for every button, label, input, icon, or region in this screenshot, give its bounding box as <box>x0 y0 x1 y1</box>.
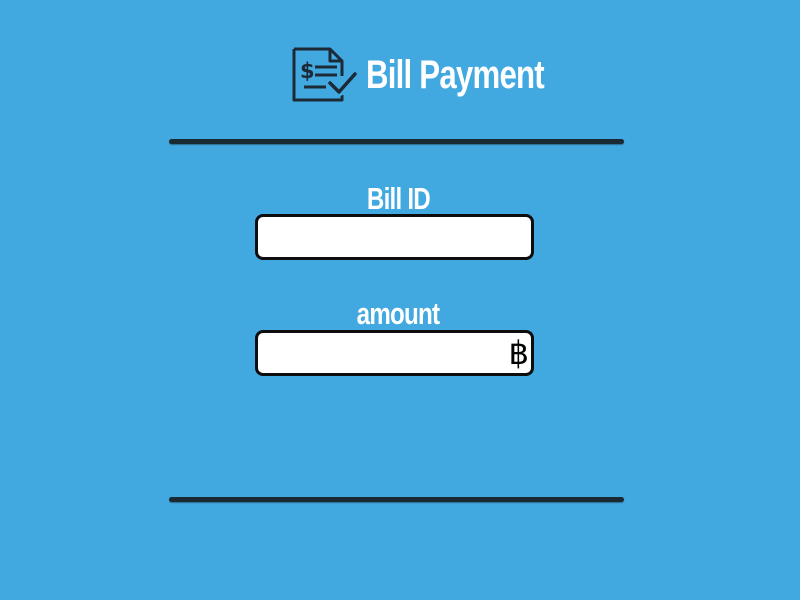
amount-label-text: amount <box>356 296 440 331</box>
amount-label: amount <box>200 297 596 331</box>
amount-field[interactable]: ฿ <box>255 330 534 376</box>
bill-id-field[interactable] <box>255 214 534 260</box>
bill-check-icon: $ <box>292 47 360 102</box>
bottom-divider <box>169 497 624 502</box>
bill-id-label-text: Bill ID <box>366 181 430 216</box>
bill-id-input[interactable] <box>266 223 496 253</box>
svg-text:$: $ <box>300 59 315 83</box>
app-header: $ Bill Payment <box>290 44 594 106</box>
amount-input[interactable] <box>266 339 496 369</box>
page-title: Bill Payment <box>366 53 545 97</box>
top-divider <box>169 139 624 144</box>
bill-id-label: Bill ID <box>200 182 596 216</box>
baht-currency-icon: ฿ <box>508 334 529 372</box>
